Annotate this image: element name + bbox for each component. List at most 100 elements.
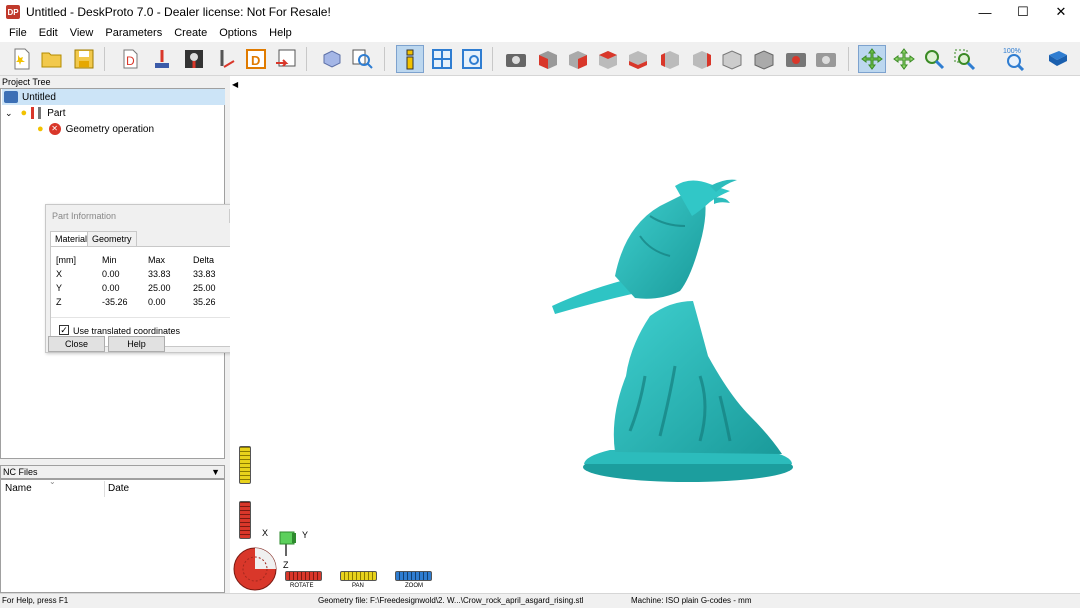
axis-x-label: X <box>262 528 268 538</box>
menu-edit[interactable]: Edit <box>33 24 64 42</box>
nc-files-title: NC Files <box>3 467 38 477</box>
view-left-icon[interactable] <box>688 45 716 73</box>
axis-y-label: Y <box>302 530 308 540</box>
open-folder-icon[interactable] <box>38 45 66 73</box>
window-view-icon[interactable] <box>458 45 486 73</box>
collapse-panel-icon[interactable]: ◀ <box>232 80 238 89</box>
rotate-dial[interactable] <box>285 571 322 581</box>
tree-part-label: Part <box>47 107 66 119</box>
tab-geometry[interactable]: Geometry <box>87 231 137 246</box>
row-x-delta: 33.83 <box>193 269 216 279</box>
tree-item-project[interactable]: Untitled <box>2 89 225 105</box>
row-y-min: 0.00 <box>102 283 120 293</box>
new-file-icon[interactable] <box>8 45 36 73</box>
render-icon[interactable] <box>812 45 840 73</box>
material-panel: [mm] Min Max Delta X 0.00 33.83 33.83 Y … <box>50 246 243 347</box>
status-geometry-file: Geometry file: F:\Freedesignwold\2. W...… <box>318 596 584 605</box>
book-help-icon[interactable] <box>1044 45 1072 73</box>
preview-search-icon[interactable] <box>348 45 376 73</box>
pan-dial[interactable] <box>340 571 377 581</box>
rotate-tool-icon[interactable] <box>858 45 886 73</box>
svg-text:D: D <box>126 54 135 68</box>
menu-options[interactable]: Options <box>213 24 263 42</box>
export-nc-icon[interactable] <box>272 45 300 73</box>
row-y-max: 25.00 <box>148 283 171 293</box>
tab-material[interactable]: Material <box>50 231 93 247</box>
view-front-icon[interactable] <box>564 45 592 73</box>
title-bar: DP Untitled - DeskProto 7.0 - Dealer lic… <box>0 0 1080 24</box>
menu-create[interactable]: Create <box>168 24 213 42</box>
bitmap-operation-icon[interactable] <box>180 45 208 73</box>
3d-viewport[interactable]: X Y Z ROTATE PAN ZOOM <box>230 76 1080 593</box>
part-icon <box>31 107 42 119</box>
view-iso-icon[interactable] <box>534 45 562 73</box>
menu-parameters[interactable]: Parameters <box>99 24 168 42</box>
pan-label: PAN <box>352 583 364 589</box>
info-icon[interactable] <box>396 45 424 73</box>
operation-error-icon: ✕ <box>48 123 61 135</box>
crow-model <box>552 179 793 482</box>
status-machine: Machine: ISO plain G-codes - mm <box>631 596 752 605</box>
lightbulb-icon: ● <box>37 123 44 135</box>
view-back-icon[interactable] <box>594 45 622 73</box>
zoom-dial[interactable] <box>395 571 432 581</box>
simulation-icon[interactable] <box>318 45 346 73</box>
row-z-delta: 35.26 <box>193 297 216 307</box>
col-delta: Delta <box>193 255 215 265</box>
view-right-icon[interactable] <box>718 45 746 73</box>
vector-operation-icon[interactable] <box>212 45 240 73</box>
close-dialog-button[interactable]: Close <box>48 336 105 352</box>
svg-text:D: D <box>251 53 260 68</box>
translated-coords-checkbox[interactable]: ✓ <box>59 325 69 335</box>
view-bottom-icon[interactable] <box>656 45 684 73</box>
save-icon[interactable] <box>70 45 98 73</box>
row-x-axis: X <box>56 269 63 279</box>
maximize-button[interactable]: ☐ <box>1004 0 1042 24</box>
camera-icon[interactable] <box>502 45 530 73</box>
create-toolpath-icon[interactable]: D <box>242 45 270 73</box>
zoom-window-icon[interactable] <box>950 45 978 73</box>
layout-icon[interactable] <box>428 45 456 73</box>
status-bar: For Help, press F1 Geometry file: F:\Fre… <box>0 593 1080 607</box>
row-x-min: 0.00 <box>102 269 120 279</box>
window-title: Untitled - DeskProto 7.0 - Dealer licens… <box>26 5 331 19</box>
zoom-100-icon[interactable]: 100% <box>1000 45 1028 73</box>
part-operation-icon[interactable] <box>148 45 176 73</box>
tree-operation-label: Geometry operation <box>65 123 155 135</box>
nc-col-name[interactable]: Name <box>5 483 32 494</box>
lightbulb-icon: ● <box>20 107 28 119</box>
vertical-pan-dial[interactable] <box>239 446 251 484</box>
vertical-zoom-dial[interactable] <box>239 501 251 539</box>
row-z-min: -35.26 <box>102 297 128 307</box>
render-shade-icon[interactable] <box>782 45 810 73</box>
row-z-axis: Z <box>56 297 62 307</box>
nc-files-header: NC Files ▼ <box>0 465 225 479</box>
menu-file[interactable]: File <box>3 24 33 42</box>
tree-item-operation[interactable]: ● ✕ Geometry operation <box>37 121 154 137</box>
tree-root-label: Untitled <box>22 91 56 103</box>
nc-col-date[interactable]: Date <box>108 483 129 494</box>
view-wire-icon[interactable] <box>750 45 778 73</box>
row-x-max: 33.83 <box>148 269 171 279</box>
project-icon <box>4 91 18 103</box>
view-top-icon[interactable] <box>624 45 652 73</box>
close-button[interactable]: ✕ <box>1042 0 1080 24</box>
tree-item-part[interactable]: ⌄ ● Part <box>5 105 66 121</box>
menu-bar: File Edit View Parameters Create Options… <box>0 24 1080 42</box>
menu-view[interactable]: View <box>64 24 100 42</box>
import-geometry-icon[interactable]: D <box>116 45 144 73</box>
chevron-down-icon[interactable]: ⌄ <box>5 108 13 119</box>
axis-z-label: Z <box>283 560 289 570</box>
zoom-tool-icon[interactable] <box>920 45 948 73</box>
help-button[interactable]: Help <box>108 336 165 352</box>
sort-indicator-icon: ⌄ <box>49 477 56 486</box>
pan-tool-icon[interactable] <box>890 45 918 73</box>
nc-files-list[interactable]: Name ⌄ Date <box>0 477 225 593</box>
rotate-wheel[interactable] <box>232 546 278 592</box>
rotate-label: ROTATE <box>290 583 314 589</box>
dropdown-arrow-icon[interactable]: ▼ <box>211 466 220 478</box>
menu-help[interactable]: Help <box>263 24 298 42</box>
minimize-button[interactable]: — <box>966 0 1004 24</box>
zoom-label: ZOOM <box>405 583 423 589</box>
app-icon: DP <box>6 5 20 19</box>
